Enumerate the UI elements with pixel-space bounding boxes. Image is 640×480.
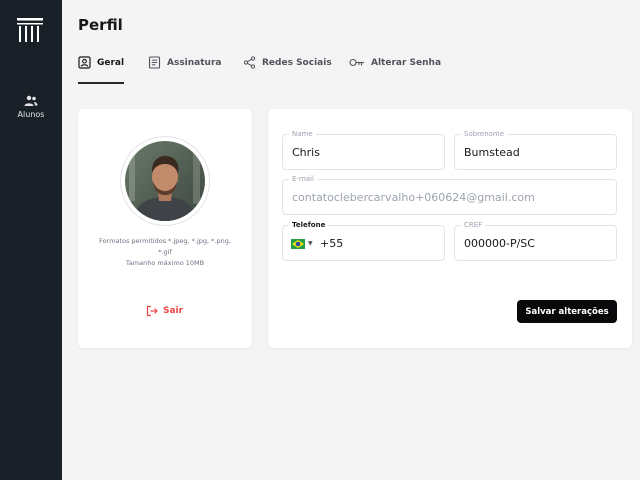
surname-label: Sobrenome (461, 130, 508, 139)
users-icon (24, 95, 38, 106)
avatar-upload[interactable] (120, 136, 210, 226)
name-value[interactable]: Chris (292, 146, 320, 159)
cref-field[interactable]: CREF 000000-P/SC (454, 221, 617, 261)
sidebar-item-label: Alunos (17, 110, 45, 119)
logout-icon (146, 305, 158, 317)
name-label: Name (289, 130, 316, 139)
upload-formats-text: Formatos permitidos *.jpeg, *.jpg, *.png… (99, 237, 231, 256)
cref-label: CREF (461, 221, 486, 230)
country-dropdown-icon[interactable]: ▼ (308, 240, 313, 247)
save-button[interactable]: Salvar alterações (517, 300, 617, 323)
profile-card-icon (78, 56, 91, 69)
email-label: E-mail (289, 175, 317, 184)
columns-logo-icon[interactable] (17, 18, 43, 42)
email-value: contatoclebercarvalho+060624@gmail.com (292, 191, 535, 204)
tab-label: Alterar Senha (371, 58, 442, 68)
surname-value[interactable]: Bumstead (464, 146, 520, 159)
sidebar: Alunos (0, 0, 62, 480)
avatar (125, 141, 205, 221)
logout-button[interactable]: Sair (146, 305, 183, 317)
profile-card: Formatos permitidos *.jpeg, *.jpg, *.png… (78, 109, 252, 348)
logout-label: Sair (163, 306, 184, 316)
name-field[interactable]: Name Chris (282, 130, 445, 170)
document-icon (148, 56, 161, 69)
profile-form: Name Chris Sobrenome Bumstead E-mail con… (268, 109, 632, 348)
tab-geral[interactable]: Geral (78, 56, 125, 84)
cref-value[interactable]: 000000-P/SC (464, 237, 535, 250)
tab-label: Geral (97, 58, 125, 68)
upload-size-text: Tamanho máximo 10MB (125, 259, 205, 267)
brazil-flag-icon[interactable] (291, 239, 305, 249)
sidebar-item-alunos[interactable]: Alunos (0, 95, 62, 127)
tab-label: Redes Sociais (262, 58, 332, 68)
share-icon (243, 56, 256, 69)
phone-field[interactable]: Telefone ▼ +55 (282, 221, 445, 261)
tab-redes-sociais[interactable]: Redes Sociais (243, 56, 332, 84)
surname-field[interactable]: Sobrenome Bumstead (454, 130, 617, 170)
phone-label: Telefone (289, 221, 329, 230)
tab-assinatura[interactable]: Assinatura (148, 56, 222, 84)
key-icon (349, 58, 364, 67)
tab-label: Assinatura (167, 58, 222, 68)
email-field: E-mail contatoclebercarvalho+060624@gmai… (282, 175, 617, 215)
phone-value[interactable]: +55 (320, 237, 343, 250)
page-title: Perfil (78, 16, 123, 34)
tab-alterar-senha[interactable]: Alterar Senha (349, 58, 441, 84)
upload-hint: Formatos permitidos *.jpeg, *.jpg, *.png… (96, 236, 234, 269)
